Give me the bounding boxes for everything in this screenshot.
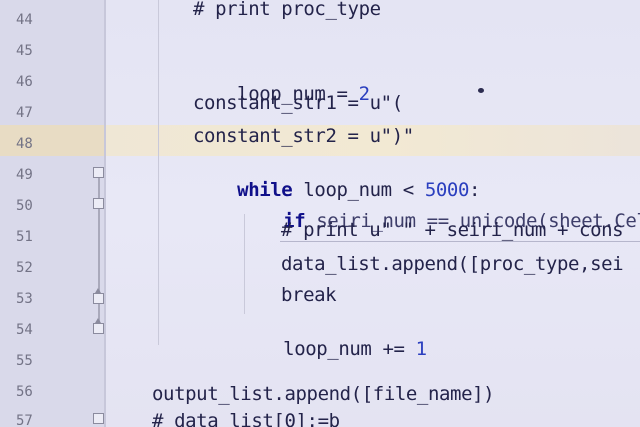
- number-literal: 1: [415, 338, 427, 360]
- code-line-47[interactable]: constant_str1 = u"(: [193, 92, 403, 114]
- code-line-57[interactable]: # data_list[0]:=b: [152, 410, 340, 427]
- line-number: 48: [16, 136, 33, 152]
- line-number: 52: [16, 260, 33, 276]
- line-number: 57: [16, 413, 33, 427]
- line-number: 45: [16, 43, 33, 59]
- code-line-53[interactable]: break: [281, 284, 337, 306]
- line-number: 55: [16, 353, 33, 369]
- code-line-44[interactable]: # print proc_type: [193, 0, 381, 20]
- fold-end-icon[interactable]: [93, 288, 104, 304]
- fold-collapse-icon[interactable]: [93, 198, 104, 209]
- code-line-54[interactable]: loop_num += 1: [239, 316, 427, 382]
- artifact-dot: [478, 88, 484, 93]
- code-token: loop_num +=: [283, 338, 416, 360]
- indent-guide: [158, 0, 159, 345]
- code-line-51[interactable]: # print u" " + seiri_num + cons: [281, 219, 624, 241]
- line-number: 50: [16, 198, 33, 214]
- code-editor[interactable]: 44 45 46 47 48 49 50 51 52 53 54 55 56 5…: [0, 0, 640, 427]
- line-number: 56: [16, 384, 33, 400]
- line-number: 46: [16, 74, 33, 90]
- line-number: 54: [16, 322, 33, 338]
- fold-collapse-icon[interactable]: [93, 413, 104, 424]
- code-line-52[interactable]: data_list.append([proc_type,sei: [281, 253, 624, 275]
- line-number: 44: [16, 12, 33, 28]
- line-number: 47: [16, 105, 33, 121]
- fold-collapse-icon[interactable]: [93, 167, 104, 178]
- fold-end-icon[interactable]: [93, 318, 104, 334]
- line-number: 53: [16, 291, 33, 307]
- code-line-48[interactable]: constant_str2 = u")": [193, 125, 414, 147]
- underline-artifact: [280, 241, 640, 242]
- code-line-56[interactable]: output_list.append([file_name]): [152, 383, 495, 405]
- line-number: 51: [16, 229, 33, 245]
- line-number: 49: [16, 167, 33, 183]
